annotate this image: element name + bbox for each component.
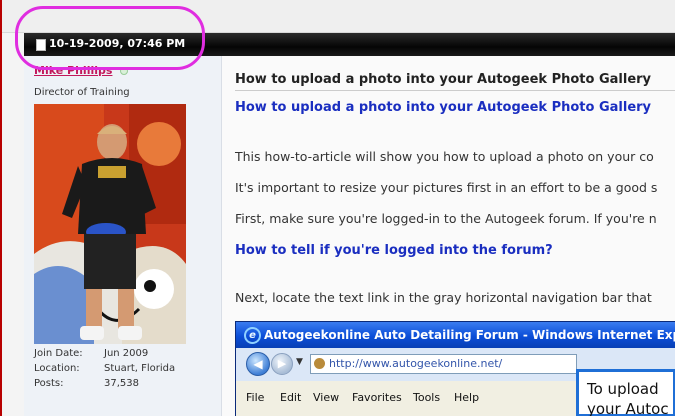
user-info-panel: Mike Phillips Director of Training Join …: [24, 56, 222, 416]
paragraph-1: This how-to-article will show you how to…: [235, 149, 654, 164]
user-stat-posts: Posts: 37,538: [34, 378, 139, 389]
logged-in-help-link[interactable]: How to tell if you're logged into the fo…: [235, 243, 553, 258]
user-avatar[interactable]: [34, 104, 186, 344]
post-heading: How to upload a photo into your Autogeek…: [235, 72, 652, 87]
avatar-photo: [34, 104, 186, 344]
paragraph-4: Next, locate the text link in the gray h…: [235, 290, 652, 305]
back-arrow-icon: ◀: [246, 352, 270, 376]
menu-tools: Tools: [413, 391, 441, 404]
browser-titlebar: e Autogeekonline Auto Detailing Forum - …: [236, 322, 675, 348]
embedded-browser-screenshot: e Autogeekonline Auto Detailing Forum - …: [235, 321, 675, 416]
instruction-overlay: To upload your Autoc: [576, 369, 675, 416]
post-content: How to upload a photo into your Autogeek…: [222, 56, 675, 416]
forward-arrow-icon: ▶: [271, 353, 293, 375]
menu-edit: Edit: [280, 391, 302, 404]
browser-url: http://www.autogeekonline.net/: [329, 357, 503, 370]
menu-view: View: [313, 391, 340, 404]
user-title: Director of Training: [34, 87, 130, 98]
overlay-line-1: To upload: [587, 380, 659, 398]
heading-divider: [235, 90, 675, 91]
title-link[interactable]: How to upload a photo into your Autogeek…: [235, 100, 651, 115]
user-stat-join-date: Join Date: Jun 2009: [34, 348, 149, 359]
highlight-circle: [15, 6, 205, 70]
history-dropdown-icon: ▼: [296, 357, 303, 367]
left-border: [0, 0, 2, 416]
overlay-line-2: your Autoc: [587, 400, 669, 416]
paragraph-2: It's important to resize your pictures f…: [235, 180, 658, 195]
menu-help: Help: [454, 391, 480, 404]
internet-explorer-icon: e: [244, 327, 261, 344]
browser-window-title: Autogeekonline Auto Detailing Forum - Wi…: [264, 328, 675, 342]
paragraph-3: First, make sure you're logged-in to the…: [235, 211, 657, 226]
browser-address-bar: http://www.autogeekonline.net/: [310, 354, 577, 374]
user-stats: Join Date: Jun 2009 Location: Stuart, Flor…: [34, 348, 175, 393]
menu-file: File: [246, 391, 265, 404]
menu-favorites: Favorites: [352, 391, 402, 404]
site-favicon-icon: [314, 358, 325, 369]
user-stat-location: Location: Stuart, Florida: [34, 363, 176, 374]
